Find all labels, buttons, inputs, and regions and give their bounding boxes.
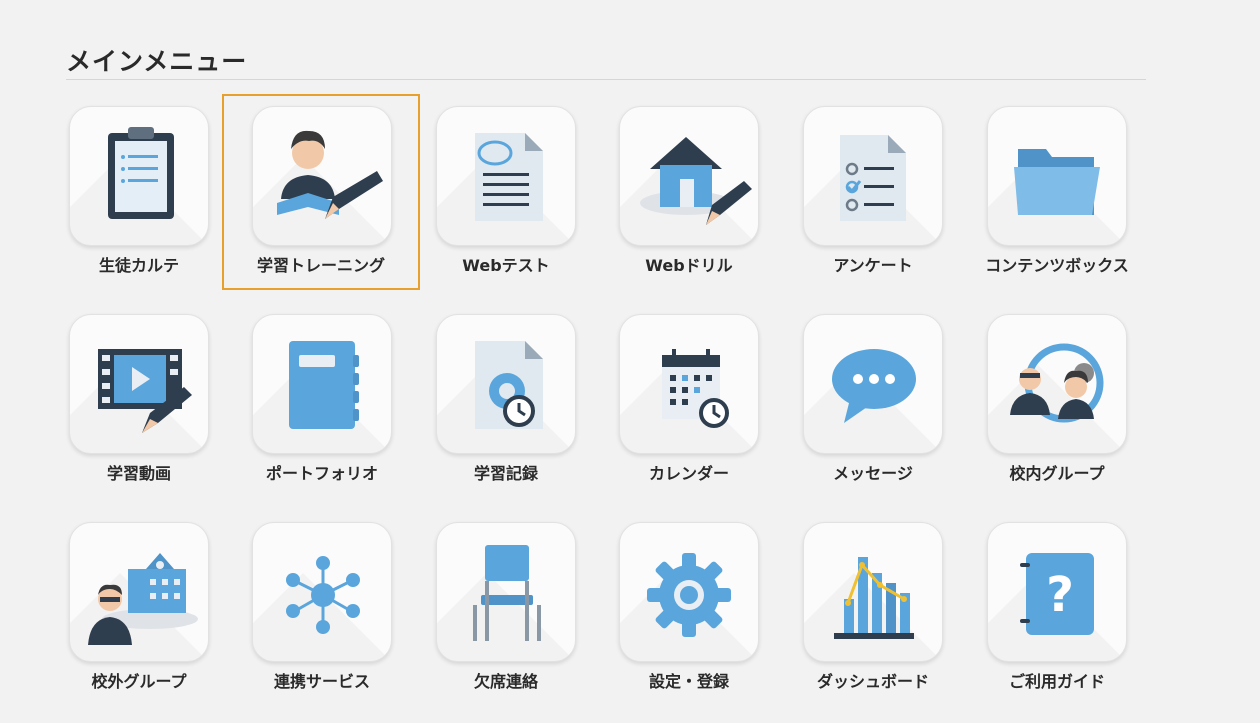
menu-item-external-group[interactable]: 校外グループ [51, 512, 227, 704]
menu-item-web-test[interactable]: Webテスト [418, 96, 594, 288]
network-icon [252, 522, 392, 662]
menu-item-label: 学習記録 [473, 464, 538, 483]
menu-item-dashboard[interactable]: ダッシュボード [785, 512, 961, 704]
main-menu-grid: 生徒カルテ 学習トレーニング Webテスト Webドリル アンケート コンテンツ… [0, 0, 1260, 723]
menu-item-linked-service[interactable]: 連携サービス [234, 512, 410, 704]
svg-text:?: ? [1046, 567, 1074, 623]
menu-item-label: ダッシュボード [816, 672, 929, 691]
menu-item-label: カレンダー [648, 464, 729, 483]
folder-icon [987, 106, 1127, 246]
menu-item-content-box[interactable]: コンテンツボックス [969, 96, 1145, 288]
menu-item-web-drill[interactable]: Webドリル [601, 96, 777, 288]
menu-item-label: コンテンツボックス [985, 256, 1129, 275]
group-icon [987, 314, 1127, 454]
notebook-icon [252, 314, 392, 454]
menu-item-survey[interactable]: アンケート [785, 96, 961, 288]
clipboard-icon [69, 106, 209, 246]
menu-item-label: 学習トレーニング [256, 256, 385, 275]
menu-item-label: Webテスト [462, 256, 550, 275]
menu-item-user-guide[interactable]: ? ご利用ガイド [969, 512, 1145, 704]
menu-item-learning-training[interactable]: 学習トレーニング [222, 94, 420, 290]
menu-item-label: 生徒カルテ [98, 256, 179, 275]
menu-item-label: 学習動画 [106, 464, 171, 483]
calendar-icon [619, 314, 759, 454]
chat-bubble-icon [803, 314, 943, 454]
menu-item-internal-group[interactable]: 校内グループ [969, 304, 1145, 496]
menu-item-message[interactable]: メッセージ [785, 304, 961, 496]
menu-item-portfolio[interactable]: ポートフォリオ [234, 304, 410, 496]
menu-item-label: 連携サービス [273, 672, 370, 691]
test-paper-icon [436, 106, 576, 246]
menu-item-label: ご利用ガイド [1008, 672, 1105, 691]
house-pencil-icon [619, 106, 759, 246]
menu-item-absence-notice[interactable]: 欠席連絡 [418, 512, 594, 704]
menu-item-label: アンケート [833, 256, 913, 275]
student-pencil-icon [252, 106, 392, 246]
menu-item-label: Webドリル [645, 256, 733, 275]
menu-item-label: メッセージ [833, 464, 913, 483]
menu-item-label: 校内グループ [1009, 464, 1105, 483]
record-clock-icon [436, 314, 576, 454]
menu-item-label: 校外グループ [91, 672, 187, 691]
chair-icon [436, 522, 576, 662]
menu-item-label: ポートフォリオ [265, 464, 378, 483]
school-group-icon [69, 522, 209, 662]
menu-item-learning-record[interactable]: 学習記録 [418, 304, 594, 496]
menu-item-label: 欠席連絡 [473, 672, 538, 691]
gear-icon [619, 522, 759, 662]
checklist-icon [803, 106, 943, 246]
dashboard-chart-icon [803, 522, 943, 662]
menu-item-learning-video[interactable]: 学習動画 [51, 304, 227, 496]
menu-item-calendar[interactable]: カレンダー [601, 304, 777, 496]
guide-book-icon: ? [987, 522, 1127, 662]
menu-item-student-record[interactable]: 生徒カルテ [51, 96, 227, 288]
film-pencil-icon [69, 314, 209, 454]
menu-item-label: 設定・登録 [648, 672, 729, 691]
menu-item-settings[interactable]: 設定・登録 [601, 512, 777, 704]
